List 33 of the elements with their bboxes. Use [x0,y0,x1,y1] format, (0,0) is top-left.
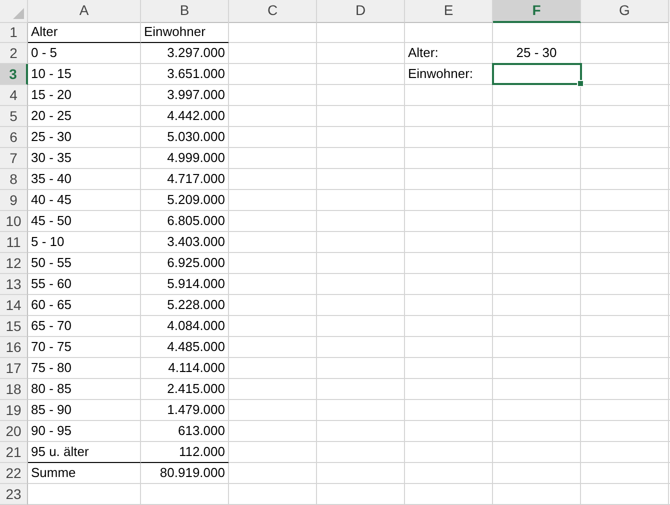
row-header[interactable]: 16 [0,337,28,358]
row-header[interactable]: 20 [0,421,28,442]
row-header[interactable]: 13 [0,274,28,295]
column-header[interactable]: C [229,0,317,23]
row-header[interactable]: 5 [0,106,28,127]
row-header[interactable]: 4 [0,85,28,106]
row-header[interactable]: 6 [0,127,28,148]
row-header[interactable]: 22 [0,463,28,484]
row-header[interactable]: 11 [0,232,28,253]
row-header[interactable]: 10 [0,211,28,232]
row-header[interactable]: 14 [0,295,28,316]
fill-handle[interactable] [577,80,584,87]
row-header[interactable]: 21 [0,442,28,463]
row-header[interactable]: 7 [0,148,28,169]
row-header[interactable]: 9 [0,190,28,211]
row-header[interactable]: 19 [0,400,28,421]
column-header[interactable]: F [493,0,581,23]
column-header[interactable]: D [317,0,405,23]
row-header[interactable]: 15 [0,316,28,337]
column-header[interactable]: E [405,0,493,23]
column-header[interactable]: G [581,0,669,23]
row-header[interactable]: 17 [0,358,28,379]
row-header[interactable]: 12 [0,253,28,274]
row-header[interactable]: 2 [0,43,28,64]
table-cell: 25 - 30 [493,43,581,64]
row-header[interactable]: 1 [0,22,28,43]
row-header[interactable]: 23 [0,484,28,505]
column-header[interactable]: B [141,0,229,23]
row-header[interactable]: 18 [0,379,28,400]
row-header[interactable]: 3 [0,64,28,85]
active-cell[interactable] [492,63,582,85]
column-header[interactable]: A [28,0,141,23]
row-header[interactable]: 8 [0,169,28,190]
